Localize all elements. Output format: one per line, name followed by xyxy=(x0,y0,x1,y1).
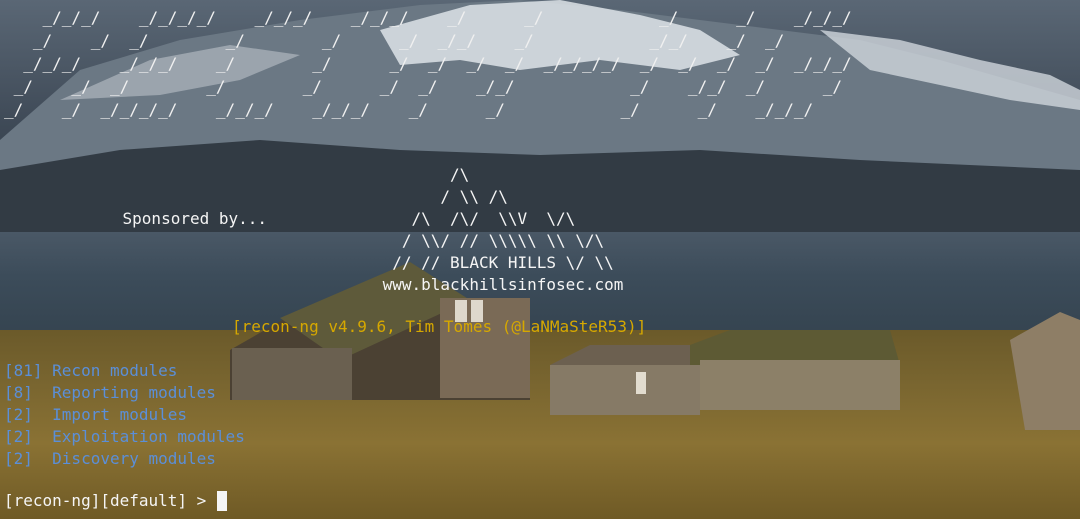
terminal-window[interactable]: _/_/_/ _/_/_/_/ _/_/_/ _/_/_/ _/ _/ _/ _… xyxy=(0,0,1080,519)
prompt-text: [recon-ng][default] > xyxy=(4,491,207,510)
sponsor-logo: /\ / \\ /\ Sponsored by... /\ /\/ \\V \/… xyxy=(122,165,624,294)
module-list: [81] Recon modules [8] Reporting modules… xyxy=(4,360,245,470)
module-line: [8] Reporting modules xyxy=(4,383,216,402)
command-prompt[interactable]: [recon-ng][default] > xyxy=(4,490,228,512)
module-line: [2] Import modules xyxy=(4,405,188,424)
text-cursor[interactable] xyxy=(217,491,228,511)
module-line: [2] Discovery modules xyxy=(4,449,216,468)
ascii-banner: _/_/_/ _/_/_/_/ _/_/_/ _/_/_/ _/ _/ _/ _… xyxy=(4,8,852,119)
module-line: [81] Recon modules xyxy=(4,361,178,380)
version-line: [recon-ng v4.9.6, Tim Tomes (@LaNMaSteR5… xyxy=(232,317,647,336)
module-line: [2] Exploitation modules xyxy=(4,427,245,446)
